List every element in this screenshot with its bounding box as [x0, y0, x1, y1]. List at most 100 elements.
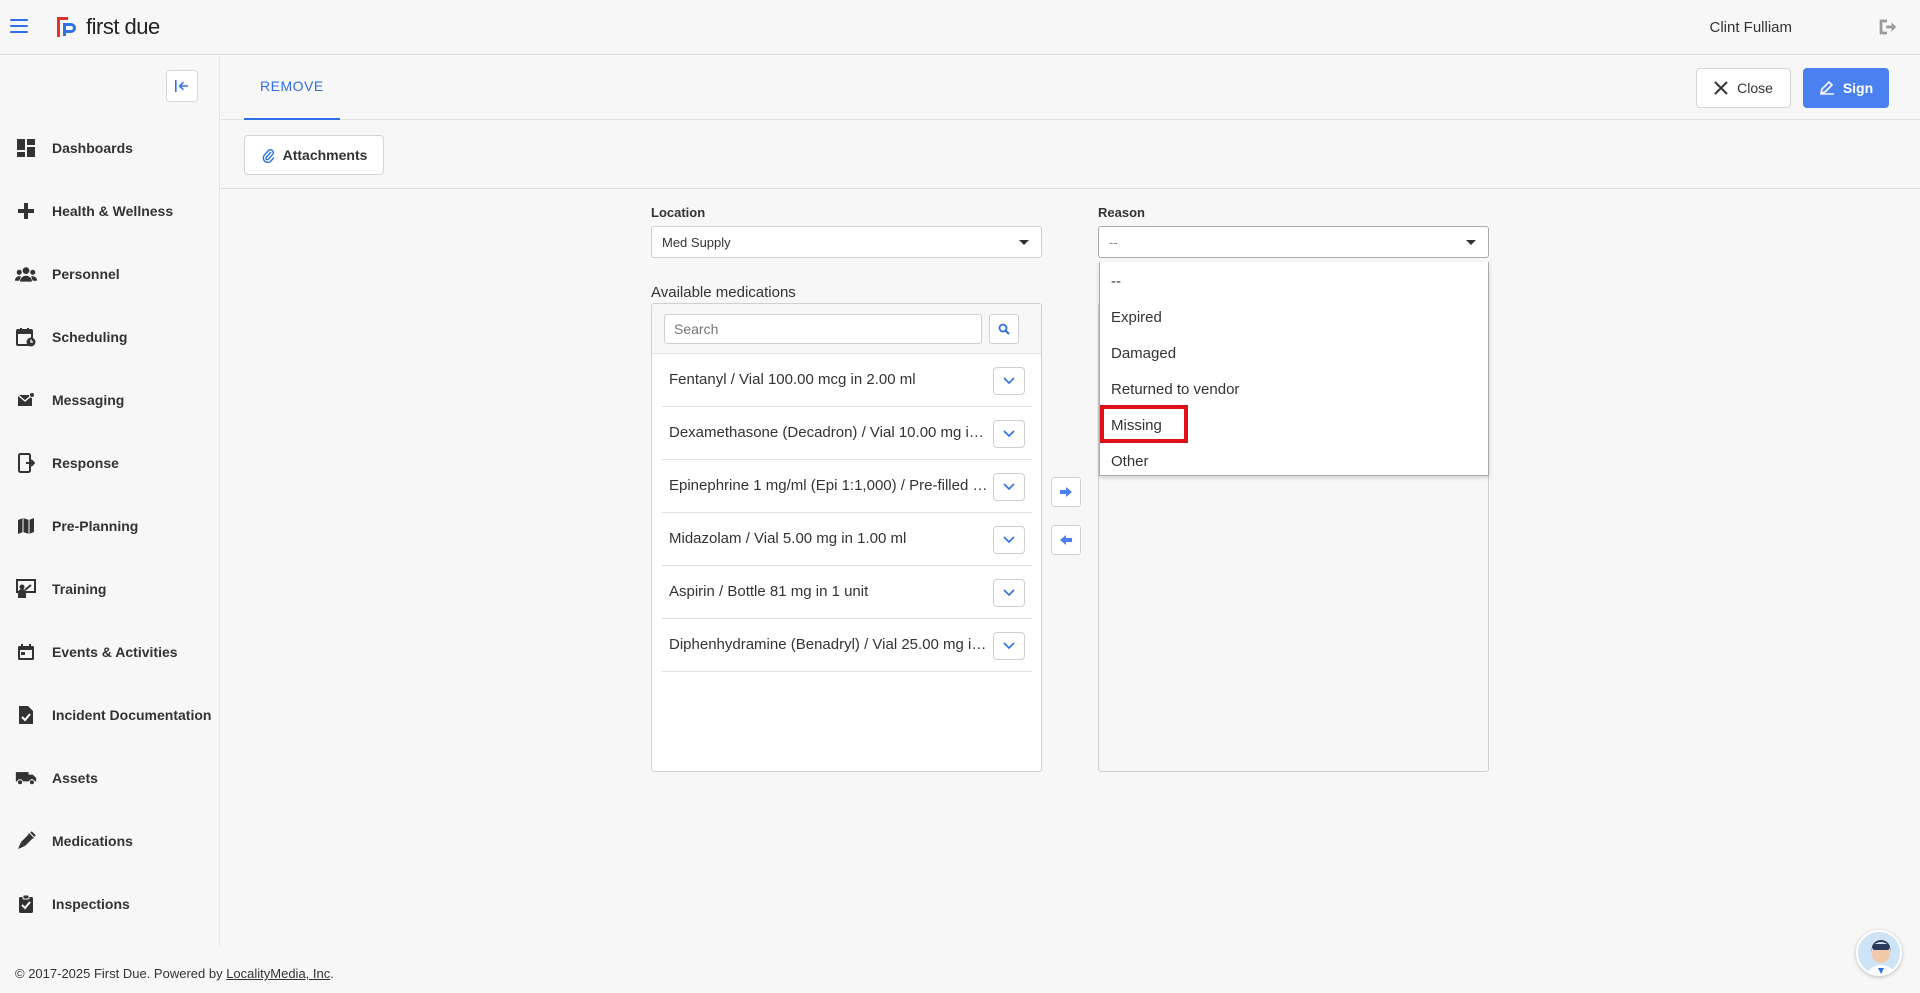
- chevron-down-icon: [1003, 589, 1015, 597]
- sidebar-item-label: Health & Wellness: [52, 202, 174, 219]
- reason-label: Reason: [1098, 205, 1145, 220]
- dashboard-icon: [15, 137, 37, 159]
- app-logo[interactable]: first due: [54, 14, 160, 40]
- page-header: REMOVE Close Sign: [221, 56, 1920, 120]
- truck-icon: [15, 767, 37, 789]
- location-select[interactable]: Med Supply: [651, 226, 1042, 258]
- user-name[interactable]: Clint Fulliam: [1709, 19, 1792, 36]
- sidebar-item-label: Events & Activities: [52, 643, 178, 660]
- reason-select-value: --: [1109, 235, 1118, 250]
- hamburger-menu-icon[interactable]: [10, 19, 28, 33]
- syringe-icon: [15, 830, 37, 852]
- calendar-icon: [15, 641, 37, 663]
- sidebar-item-response[interactable]: Response: [0, 431, 220, 494]
- sidebar: Dashboards Health & Wellness Personnel S…: [0, 56, 220, 946]
- sidebar-item-label: Inspections: [52, 895, 130, 912]
- reason-option-missing[interactable]: Missing: [1100, 408, 1488, 444]
- plus-icon: [15, 200, 37, 222]
- close-icon: [1714, 81, 1728, 95]
- medication-row[interactable]: Midazolam / Vial 5.00 mg in 1.00 ml: [662, 513, 1032, 566]
- clipboard-check-icon: [15, 893, 37, 915]
- sidebar-item-label: Scheduling: [52, 328, 128, 345]
- sidebar-item-inspections[interactable]: Inspections: [0, 872, 220, 935]
- reason-option[interactable]: Damaged: [1100, 336, 1488, 372]
- search-icon: [998, 323, 1010, 335]
- map-icon: [15, 515, 37, 537]
- sign-button[interactable]: Sign: [1803, 68, 1889, 108]
- sidebar-item-pre-planning[interactable]: Pre-Planning: [0, 494, 220, 557]
- medication-row[interactable]: Fentanyl / Vial 100.00 mcg in 2.00 ml: [662, 354, 1032, 407]
- medication-name: Dexamethasone (Decadron) / Vial 10.00 mg…: [669, 424, 989, 441]
- sidebar-item-label: Training: [52, 580, 107, 597]
- collapse-left-icon: [175, 80, 188, 92]
- reason-select[interactable]: --: [1098, 226, 1489, 258]
- move-right-button[interactable]: [1051, 477, 1081, 507]
- training-icon: [15, 578, 37, 600]
- medication-name: Diphenhydramine (Benadryl) / Vial 25.00 …: [669, 636, 989, 653]
- mail-icon: [15, 389, 37, 411]
- sidebar-item-label: Messaging: [52, 391, 125, 408]
- medication-name: Epinephrine 1 mg/ml (Epi 1:1,000) / Pre-…: [669, 477, 989, 494]
- sidebar-item-assets[interactable]: Assets: [0, 746, 220, 809]
- reason-option[interactable]: Returned to vendor: [1100, 372, 1488, 408]
- search-button[interactable]: [989, 314, 1019, 344]
- footer-link[interactable]: LocalityMedia, Inc: [226, 966, 330, 981]
- footer: © 2017-2025 First Due. Powered by Locali…: [0, 955, 1920, 993]
- medication-expand-button[interactable]: [993, 420, 1025, 448]
- medication-expand-button[interactable]: [993, 473, 1025, 501]
- chevron-down-icon: [1003, 483, 1015, 491]
- search-input[interactable]: [664, 314, 982, 344]
- sidebar-item-training[interactable]: Training: [0, 557, 220, 620]
- chevron-down-icon: [1466, 240, 1476, 245]
- sidebar-item-label: Response: [52, 454, 119, 471]
- medication-row[interactable]: Aspirin / Bottle 81 mg in 1 unit: [662, 566, 1032, 619]
- chevron-down-icon: [1003, 430, 1015, 438]
- sign-button-label: Sign: [1842, 80, 1874, 96]
- close-button[interactable]: Close: [1696, 68, 1791, 108]
- medication-expand-button[interactable]: [993, 579, 1025, 607]
- calendar-clock-icon: [15, 326, 37, 348]
- tab-remove[interactable]: REMOVE: [244, 56, 340, 120]
- close-button-label: Close: [1737, 80, 1773, 96]
- sidebar-item-dashboards[interactable]: Dashboards: [0, 116, 220, 179]
- arrow-right-icon: [1060, 487, 1072, 497]
- app-name: first due: [86, 14, 160, 39]
- sidebar-item-label: Medications: [52, 832, 133, 849]
- medication-row[interactable]: Dexamethasone (Decadron) / Vial 10.00 mg…: [662, 407, 1032, 460]
- chevron-down-icon: [1003, 377, 1015, 385]
- first-due-logo-icon: [57, 17, 76, 37]
- sidebar-item-events-activities[interactable]: Events & Activities: [0, 620, 220, 683]
- available-medications-panel: Fentanyl / Vial 100.00 mcg in 2.00 ml De…: [651, 303, 1042, 772]
- assistant-avatar[interactable]: [1856, 930, 1902, 976]
- top-bar: first due Clint Fulliam: [0, 0, 1920, 55]
- medication-expand-button[interactable]: [993, 632, 1025, 660]
- move-left-button[interactable]: [1051, 525, 1081, 555]
- sidebar-item-health-wellness[interactable]: Health & Wellness: [0, 179, 220, 242]
- sidebar-item-label: Pre-Planning: [52, 517, 139, 534]
- sidebar-item-scheduling[interactable]: Scheduling: [0, 305, 220, 368]
- footer-copyright: © 2017-2025 First Due. Powered by: [15, 966, 227, 981]
- medication-row[interactable]: Epinephrine 1 mg/ml (Epi 1:1,000) / Pre-…: [662, 460, 1032, 513]
- sidebar-item-medications[interactable]: Medications: [0, 809, 220, 872]
- sidebar-item-label: Assets: [52, 769, 98, 786]
- medication-name: Midazolam / Vial 5.00 mg in 1.00 ml: [669, 530, 907, 547]
- medication-row[interactable]: Diphenhydramine (Benadryl) / Vial 25.00 …: [662, 619, 1032, 672]
- collapse-sidebar-button[interactable]: [166, 70, 198, 102]
- reason-option[interactable]: Expired: [1100, 300, 1488, 336]
- sidebar-item-label: Dashboards: [52, 139, 133, 156]
- reason-dropdown-list: -- Expired Damaged Returned to vendor Mi…: [1099, 262, 1489, 476]
- sidebar-item-personnel[interactable]: Personnel: [0, 242, 220, 305]
- reason-option[interactable]: --: [1100, 264, 1488, 300]
- pen-icon: [1819, 81, 1834, 95]
- logout-icon[interactable]: [1876, 16, 1898, 38]
- sidebar-item-messaging[interactable]: Messaging: [0, 368, 220, 431]
- chevron-down-icon: [1003, 536, 1015, 544]
- reason-option[interactable]: Other: [1100, 444, 1488, 480]
- medication-expand-button[interactable]: [993, 367, 1025, 395]
- people-icon: [15, 263, 37, 285]
- attachments-button[interactable]: Attachments: [244, 135, 384, 175]
- medication-expand-button[interactable]: [993, 526, 1025, 554]
- medication-name: Fentanyl / Vial 100.00 mcg in 2.00 ml: [669, 371, 916, 388]
- medication-name: Aspirin / Bottle 81 mg in 1 unit: [669, 583, 869, 600]
- sidebar-item-incident-documentation[interactable]: Incident Documentation: [0, 683, 220, 746]
